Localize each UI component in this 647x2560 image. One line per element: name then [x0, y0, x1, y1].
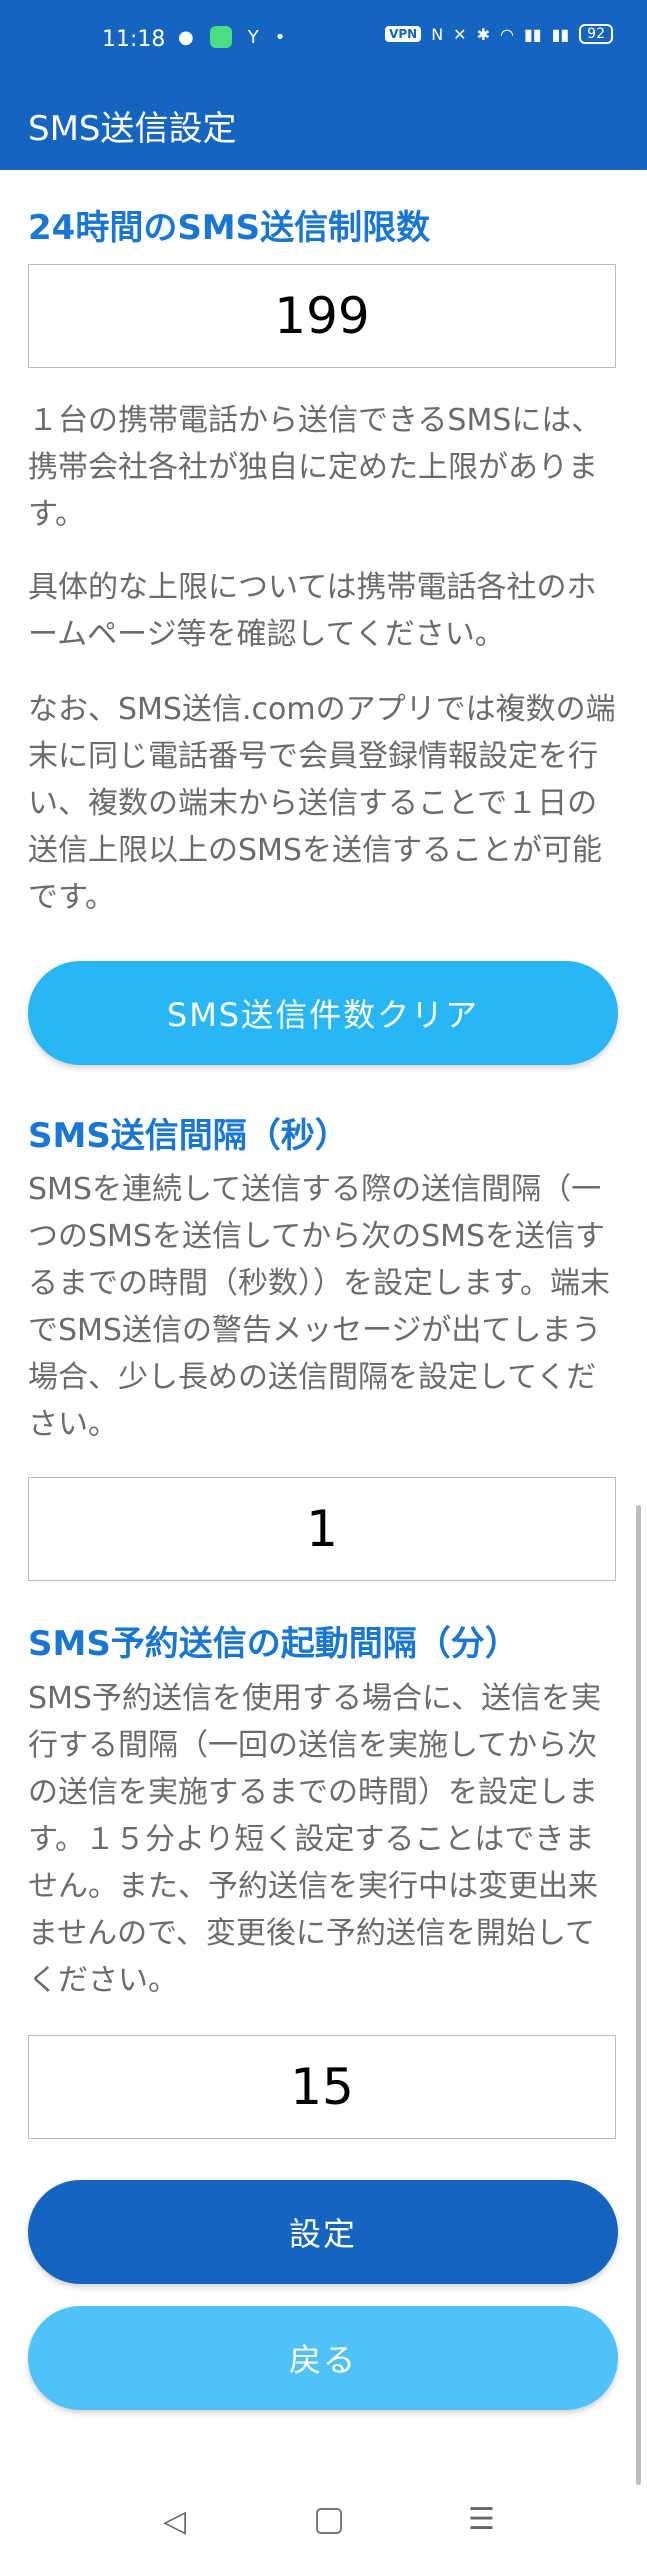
yahoo-icon: Y — [247, 26, 259, 48]
dot-icon: • — [274, 26, 286, 48]
daily-limit-desc-2: 具体的な上限については携帯電話各社のホームページ等を確認してください。 — [28, 570, 597, 652]
interval-heading: SMS送信間隔（秒） — [28, 1116, 349, 1156]
back-button[interactable]: 戻る — [28, 2306, 618, 2410]
battery-icon: 92 — [579, 24, 613, 44]
mute-icon: ✕ — [453, 24, 467, 44]
nav-home-icon[interactable] — [316, 2508, 342, 2534]
chat-icon: ● — [178, 26, 194, 48]
scheduled-input[interactable]: 15 — [28, 2035, 616, 2139]
interval-desc: SMSを連続して送信する際の送信間隔（一つのSMSを送信してから次のSMSを送信… — [28, 1172, 610, 1442]
nav-menu-icon[interactable]: ☰ — [468, 2502, 495, 2537]
vpn-badge: VPN — [385, 26, 422, 42]
daily-limit-desc-1: １台の携帯電話から送信できるSMSには、携帯会社各社が独自に定めた上限があります… — [28, 403, 602, 532]
signal-icon-2: ▮▮ — [551, 24, 570, 44]
signal-icon: ▮▮ — [523, 24, 542, 44]
page-title: SMS送信設定 — [28, 109, 237, 149]
app-icon — [209, 26, 232, 48]
system-nav-bar: ◁ ☰ — [0, 2490, 647, 2560]
daily-limit-heading: 24時間のSMS送信制限数 — [28, 208, 431, 248]
nav-back-icon[interactable]: ◁ — [163, 2504, 186, 2539]
scheduled-desc: SMS予約送信を使用する場合に、送信を実行する間隔（一回の送信を実施してから次の… — [28, 1681, 602, 1998]
clear-count-button[interactable]: SMS送信件数クリア — [28, 961, 618, 1065]
nfc-icon: N — [431, 24, 444, 44]
wifi-icon: ◠ — [499, 24, 514, 44]
bluetooth-icon: ✱ — [476, 24, 490, 44]
interval-input[interactable]: 1 — [28, 1477, 616, 1581]
daily-limit-input[interactable]: 199 — [28, 264, 616, 368]
system-status-icons: VPN N ✕ ✱ ◠ ▮▮ ▮▮ 92 — [385, 24, 613, 44]
save-button[interactable]: 設定 — [28, 2180, 618, 2284]
scrollbar[interactable] — [636, 1505, 641, 2485]
scheduled-heading: SMS予約送信の起動間隔（分） — [28, 1624, 519, 1664]
app-bar: 11:18 ● Y • VPN N ✕ ✱ ◠ ▮▮ ▮▮ 92 SMS送信設定 — [0, 0, 647, 170]
status-time: 11:18 — [102, 27, 166, 52]
notification-icons: ● Y • — [178, 26, 285, 48]
daily-limit-desc-3: なお、SMS送信.comのアプリでは複数の端末に同じ電話番号で会員登録情報設定を… — [28, 692, 616, 915]
